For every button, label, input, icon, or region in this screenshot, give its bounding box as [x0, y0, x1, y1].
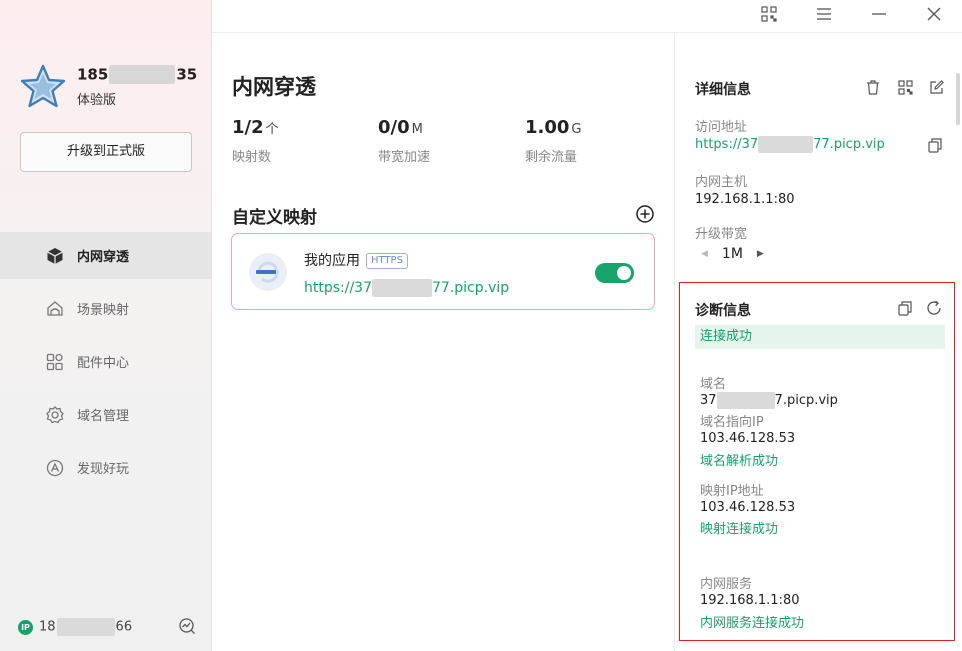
- sidebar-item-label: 内网穿透: [77, 250, 130, 265]
- stat-traffic: 1.00 G 剩余流量: [525, 117, 655, 165]
- menu-icon[interactable]: [810, 2, 838, 26]
- stat-value: 1.00 G: [525, 117, 582, 138]
- copy-icon[interactable]: [926, 136, 944, 154]
- qr-code-icon[interactable]: [896, 78, 914, 96]
- dns-label: 域名指向IP: [700, 415, 764, 430]
- add-mapping-button[interactable]: [635, 204, 655, 224]
- access-label: 访问地址: [695, 120, 748, 135]
- map-ip-label: 映射IP地址: [700, 484, 764, 499]
- sidebar-item-label: 发现好玩: [77, 462, 130, 477]
- sidebar-item-domain[interactable]: 域名管理: [0, 391, 212, 438]
- app-url[interactable]: https://37 77.picp.vip: [304, 279, 509, 297]
- profile: 185 35 体验版: [20, 62, 200, 112]
- detail-panel: 详细信息 访问地址 https://37 77.picp.vip 内网主机 192…: [674, 32, 962, 651]
- delete-icon[interactable]: [864, 78, 882, 96]
- protocol-badge: HTTPS: [366, 253, 408, 269]
- bandwidth-stepper: ◀ 1M ▶: [701, 245, 764, 263]
- star-icon: [20, 64, 66, 108]
- mapping-card[interactable]: 我的应用 HTTPS https://37 77.picp.vip: [231, 233, 655, 310]
- sidebar-item-intranet[interactable]: 内网穿透: [0, 232, 212, 279]
- stats-icon[interactable]: [178, 617, 198, 637]
- connection-status: 连接成功: [695, 325, 945, 349]
- edition-label: 体验版: [77, 93, 117, 108]
- map-status: 映射连接成功: [700, 522, 779, 537]
- upgrade-button[interactable]: 升级到正式版: [20, 132, 192, 172]
- ip-badge: IP: [18, 619, 33, 635]
- scene-icon: [45, 299, 65, 319]
- stat-mappings: 1/2 个 映射数: [232, 117, 362, 165]
- refresh-icon[interactable]: [925, 299, 943, 317]
- title-bar: [212, 0, 962, 32]
- discover-icon: [45, 458, 65, 478]
- sidebar-item-scene[interactable]: 场景映射: [0, 285, 212, 332]
- service-status: 内网服务连接成功: [700, 616, 805, 631]
- stats-row: 1/2 个 映射数 0/0 M 带宽加速 1.00 G 剩余流量: [232, 117, 652, 171]
- sidebar-item-label: 配件中心: [77, 356, 130, 371]
- domain-label: 域名: [700, 377, 727, 392]
- sidebar-item-label: 场景映射: [77, 303, 130, 318]
- copy-icon[interactable]: [896, 299, 914, 317]
- accessories-icon: [45, 352, 65, 372]
- stat-label: 映射数: [232, 150, 272, 165]
- sidebar-nav: 内网穿透 场景映射 配件中心 域名管理 发现好玩: [0, 232, 212, 497]
- account-mask: [109, 65, 176, 84]
- domain-icon: [45, 405, 65, 425]
- main-content: 内网穿透 1/2 个 映射数 0/0 M 带宽加速 1.00 G 剩余流量 自定义映射…: [212, 32, 674, 651]
- service-value: 192.168.1.1:80: [700, 593, 800, 608]
- domain-value: 37 7.picp.vip: [700, 392, 838, 409]
- sidebar-item-accessories[interactable]: 配件中心: [0, 338, 212, 385]
- qr-code-icon[interactable]: [755, 2, 783, 26]
- minimize-icon[interactable]: [865, 2, 893, 26]
- url-mask: [372, 279, 432, 297]
- dns-ip: 103.46.128.53: [700, 431, 796, 446]
- ip-mask: [56, 618, 115, 636]
- stat-value: 0/0 M: [378, 117, 423, 138]
- domain-mask: [716, 392, 775, 409]
- dns-status: 域名解析成功: [700, 454, 779, 469]
- bandwidth-label: 升级带宽: [695, 227, 748, 242]
- mapping-toggle[interactable]: [595, 263, 634, 283]
- url-mask: [758, 136, 814, 153]
- footer-ip: 18 66: [39, 618, 133, 636]
- diagnostics-box: 诊断信息 连接成功 域名 37 7.picp.vip 域名指向IP 103.46.…: [679, 282, 955, 641]
- host-label: 内网主机: [695, 175, 748, 190]
- access-url[interactable]: https://37 77.picp.vip: [695, 136, 885, 153]
- app-icon: [249, 253, 287, 291]
- service-label: 内网服务: [700, 577, 753, 592]
- increase-icon[interactable]: ▶: [757, 249, 764, 259]
- map-ip: 103.46.128.53: [700, 500, 796, 515]
- app-name: 我的应用 HTTPS: [304, 250, 408, 270]
- stat-bandwidth: 0/0 M 带宽加速: [378, 117, 508, 165]
- toggle-knob: [617, 266, 631, 280]
- sidebar-item-label: 域名管理: [77, 409, 130, 424]
- scrollbar[interactable]: [956, 73, 960, 125]
- plus-circle-icon: [636, 205, 654, 223]
- sidebar-footer: IP 18 66: [18, 616, 198, 638]
- decrease-icon[interactable]: ◀: [701, 249, 708, 259]
- account-number: 185 35: [77, 65, 198, 84]
- section-title: 自定义映射: [232, 208, 317, 228]
- close-icon[interactable]: [920, 2, 948, 26]
- cube-icon: [45, 246, 65, 266]
- bandwidth-value: 1M: [721, 246, 743, 262]
- sidebar: 185 35 体验版 升级到正式版 内网穿透 场景映射 配件中心 域名管理 发现…: [0, 0, 212, 651]
- stat-label: 带宽加速: [378, 150, 431, 165]
- host-value: 192.168.1.1:80: [695, 192, 795, 207]
- details-title: 详细信息: [695, 82, 751, 98]
- stat-label: 剩余流量: [525, 150, 578, 165]
- edit-icon[interactable]: [927, 78, 945, 96]
- page-title: 内网穿透: [232, 75, 316, 99]
- stat-value: 1/2 个: [232, 117, 279, 138]
- diagnostics-title: 诊断信息: [695, 303, 751, 319]
- sidebar-item-discover[interactable]: 发现好玩: [0, 444, 212, 491]
